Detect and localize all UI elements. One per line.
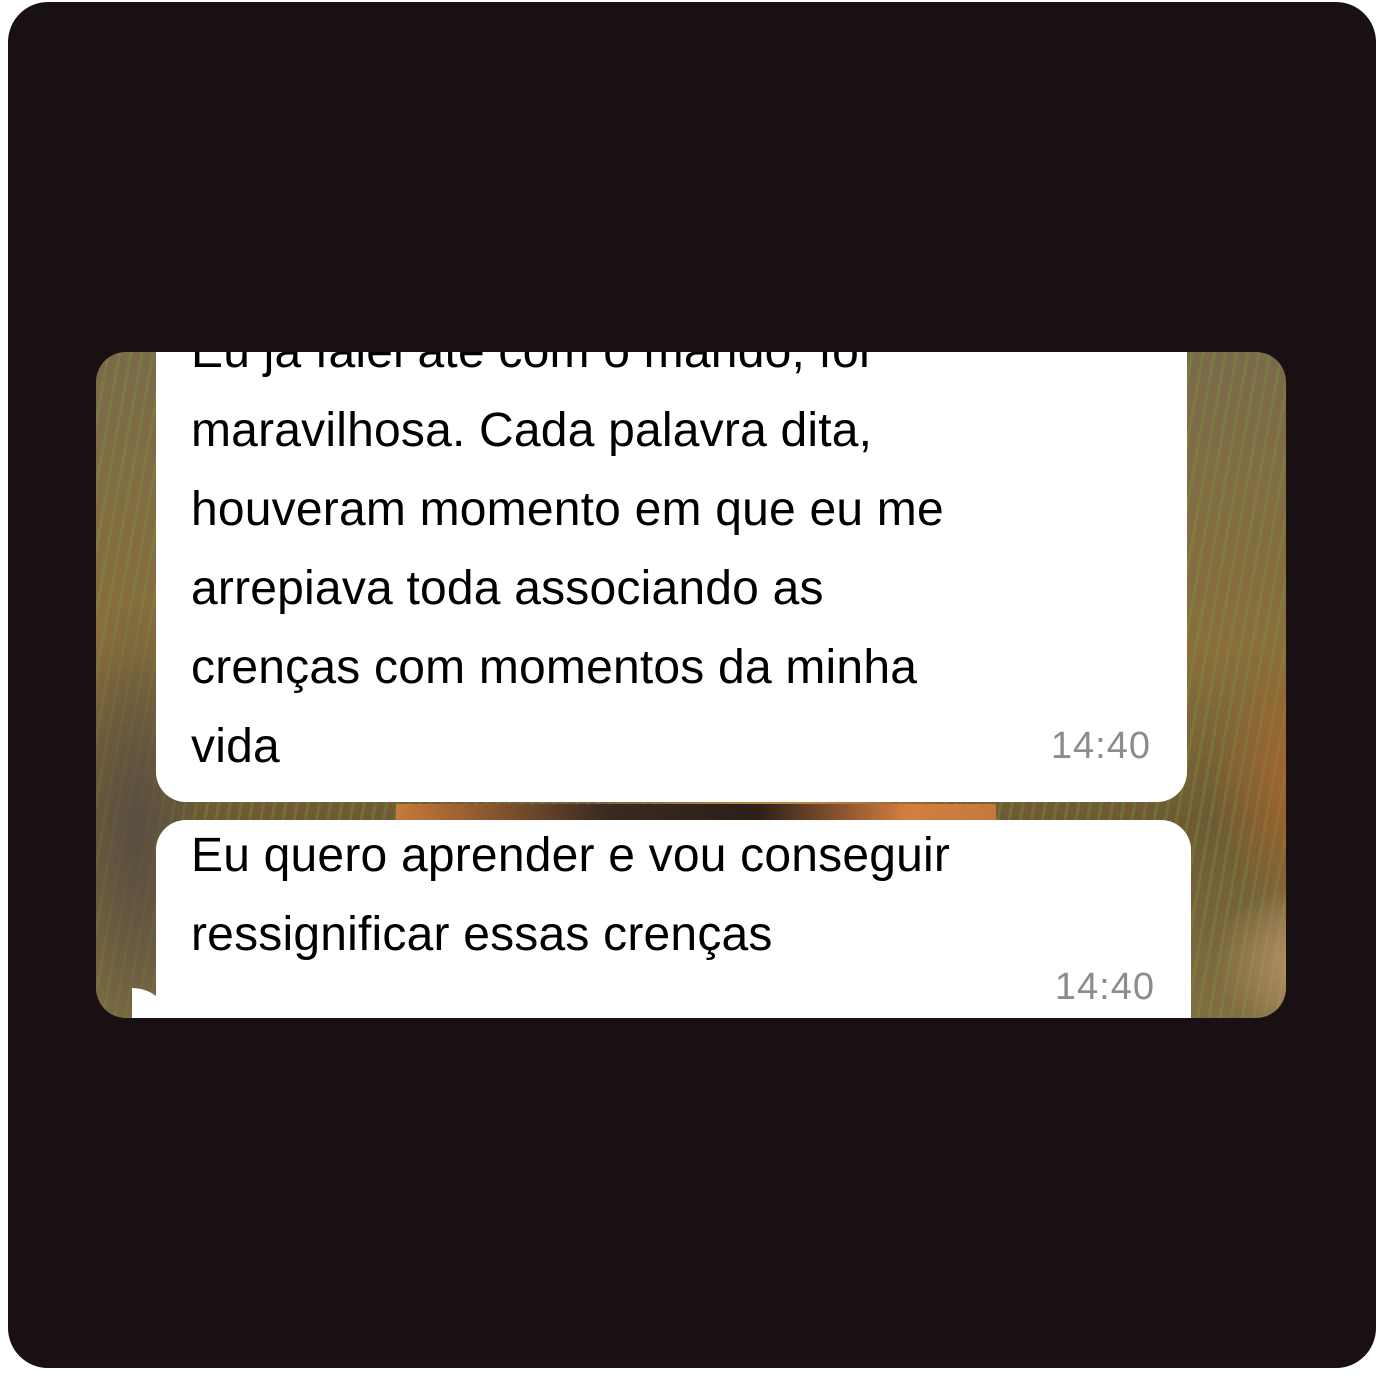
- message-line: maravilhosa. Cada palavra dita,: [191, 404, 873, 457]
- chat-screenshot: Eu já falei até com o marido, foi maravi…: [96, 352, 1286, 1018]
- message-text: Eu já falei até com o marido, foi maravi…: [191, 352, 1181, 786]
- message-line: Eu já falei até com o marido, foi: [191, 352, 1181, 391]
- message-line: Eu quero aprender e vou conseguir: [191, 829, 951, 882]
- message-bubble[interactable]: Eu quero aprender e vou conseguir ressig…: [156, 820, 1191, 1018]
- message-line: ressignificar essas crenças: [191, 908, 773, 961]
- message-line: houveram momento em que eu me: [191, 483, 944, 536]
- message-line: vida: [191, 720, 280, 773]
- message-bubble[interactable]: Eu já falei até com o marido, foi maravi…: [156, 352, 1187, 802]
- message-line: arrepiava toda associando as: [191, 562, 824, 615]
- message-timestamp: 14:40: [1054, 966, 1155, 1008]
- message-timestamp: 14:40: [1050, 725, 1151, 767]
- message-text: Eu quero aprender e vou conseguir ressig…: [191, 816, 1181, 974]
- message-line: crenças com momentos da minha: [191, 641, 918, 694]
